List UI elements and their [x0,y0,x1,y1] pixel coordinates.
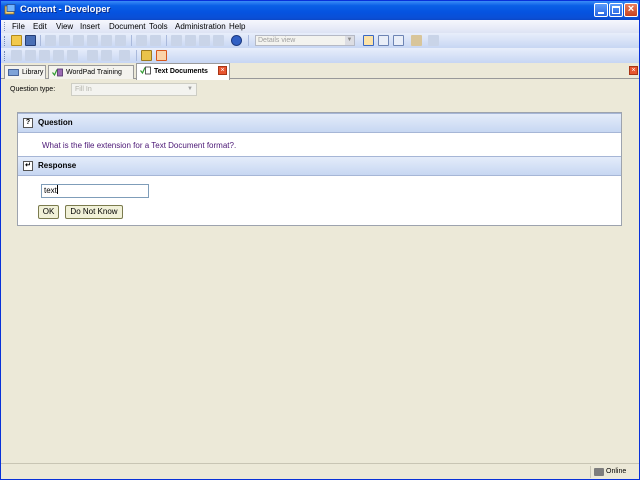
tab-text-documents-label: Text Documents [154,68,208,75]
minimize-button[interactable] [594,3,608,17]
window-title: Content - Developer [20,4,111,15]
tab-wordpad-training[interactable]: WordPad Training [48,65,134,79]
toolbar-grip [4,51,6,61]
title-bar[interactable]: Content - Developer × [1,1,639,20]
save-icon[interactable] [25,35,36,46]
tab-wordpad-training-label: WordPad Training [66,69,122,76]
checked-question-icon [140,66,151,75]
answer-input-value: text [44,186,57,195]
view-select-value: Details view [258,37,296,44]
tab-text-documents[interactable]: Text Documents [136,63,230,80]
toolbar-separator [166,35,167,46]
toolbar-separator [248,35,249,46]
response-header-label: Response [38,161,77,170]
standard-toolbar: Details view ▼ [1,33,639,48]
toolbar-separator [131,35,132,46]
connection-status: Online [590,466,636,478]
editing-toolbar [1,48,639,63]
close-tab-icon[interactable]: × [218,66,227,75]
open-folder-icon[interactable] [11,35,22,46]
checked-book-icon [52,68,63,77]
menu-insert[interactable]: Insert [80,22,100,31]
undo-icon[interactable] [136,35,147,46]
cut-icon[interactable] [59,35,70,46]
layout-split-vertical-icon[interactable] [393,35,404,46]
status-bar: Online [1,463,639,479]
question-icon: ? [23,118,33,128]
question-header-label: Question [38,118,73,127]
maximize-button[interactable] [609,3,623,17]
format-icon[interactable] [119,50,130,61]
link-icon[interactable] [67,50,78,61]
menu-tools[interactable]: Tools [149,22,168,31]
network-icon [594,468,604,476]
toolbar-grip [4,36,6,46]
library-icon [8,69,19,76]
menu-help[interactable]: Help [229,22,245,31]
play-icon[interactable] [25,50,36,61]
close-panel-icon[interactable]: × [629,66,638,75]
preview-icon[interactable] [39,50,50,61]
remove-icon[interactable] [185,35,196,46]
document-tabs: Library WordPad Training Text Documents … [1,63,639,80]
do-not-know-button[interactable]: Do Not Know [65,205,123,219]
replace-icon[interactable] [213,35,224,46]
menu-administration[interactable]: Administration [175,22,226,31]
print-icon[interactable] [45,35,56,46]
publish-icon[interactable] [411,35,422,46]
chevron-down-icon: ▼ [345,36,354,45]
copy-icon[interactable] [73,35,84,46]
ok-button[interactable]: OK [38,205,59,219]
move-up-icon[interactable] [87,50,98,61]
close-icon: × [627,3,635,15]
toolbar-separator [136,50,137,61]
menu-bar: File Edit View Insert Document Tools Adm… [1,20,639,33]
properties-icon[interactable] [115,35,126,46]
response-icon: ↵ [23,161,33,171]
layout-single-icon[interactable] [363,35,374,46]
tab-library[interactable]: Library [4,65,46,79]
chevron-down-icon: ▼ [187,86,193,92]
tab-library-label: Library [22,69,44,76]
answer-input[interactable]: text [41,184,149,198]
question-panel: ? Question What is the file extension fo… [17,112,622,226]
app-window: Content - Developer × File Edit View Ins… [0,0,640,480]
pencil-icon[interactable] [141,50,152,61]
move-down-icon[interactable] [101,50,112,61]
find-icon[interactable] [199,35,210,46]
question-type-label: Question type: [10,86,56,93]
delete-icon[interactable] [101,35,112,46]
close-button[interactable]: × [624,3,638,17]
menu-view[interactable]: View [56,22,73,31]
record-icon[interactable] [11,50,22,61]
menu-edit[interactable]: Edit [33,22,47,31]
question-type-value: Fill In [75,86,92,93]
insert-icon[interactable] [171,35,182,46]
question-text: What is the file extension for a Text Do… [42,141,237,150]
menu-grip [4,22,7,31]
menu-file[interactable]: File [12,22,25,31]
view-select[interactable]: Details view ▼ [255,35,355,46]
toolbar-separator [40,35,41,46]
question-header: ? Question [18,113,621,133]
text-caret [56,185,58,194]
menu-document[interactable]: Document [109,22,145,31]
refresh-icon[interactable] [428,35,439,46]
app-icon [4,4,16,15]
connection-status-label: Online [606,468,627,475]
check-icon[interactable] [53,50,64,61]
paste-icon[interactable] [87,35,98,46]
response-header: ↵ Response [18,156,621,176]
layout-split-horizontal-icon[interactable] [378,35,389,46]
edit-mode-icon[interactable] [156,50,167,61]
help-icon[interactable] [231,35,242,46]
redo-icon[interactable] [150,35,161,46]
question-type-select[interactable]: Fill In ▼ [71,83,197,96]
